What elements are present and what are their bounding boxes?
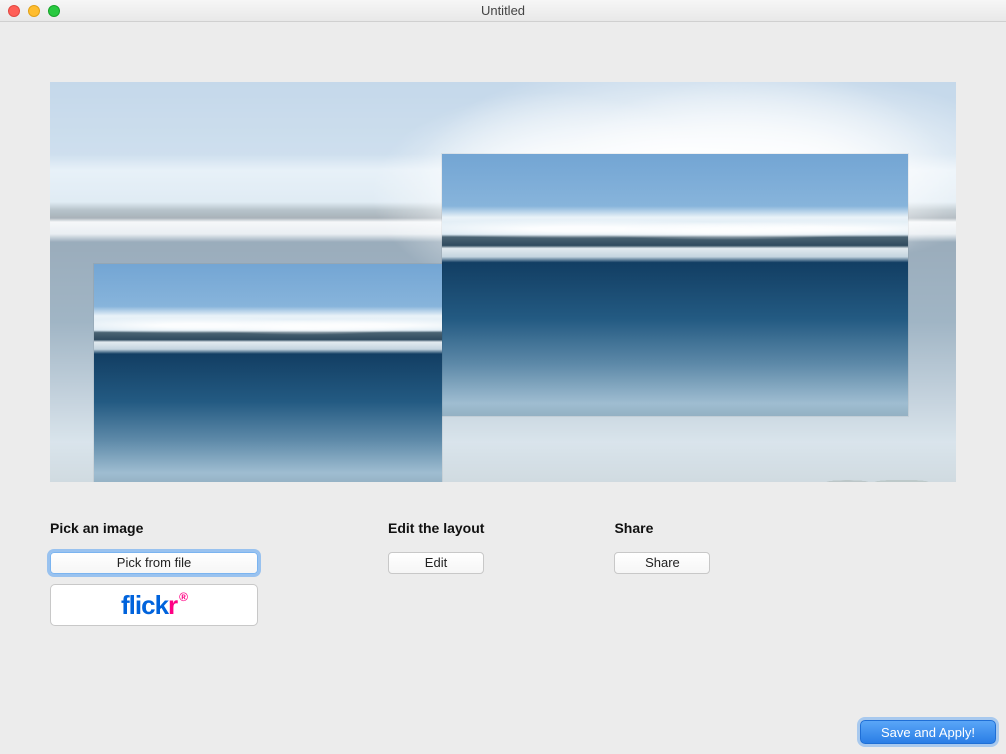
pick-from-file-button[interactable]: Pick from file xyxy=(50,552,258,574)
share-button[interactable]: Share xyxy=(614,552,710,574)
preview-monitor-left[interactable] xyxy=(94,264,442,482)
zoom-icon[interactable] xyxy=(48,5,60,17)
edit-button[interactable]: Edit xyxy=(388,552,484,574)
share-heading: Share xyxy=(614,520,710,536)
preview-monitor-right[interactable] xyxy=(442,154,908,416)
wallpaper-preview[interactable] xyxy=(50,82,956,482)
edit-layout-heading: Edit the layout xyxy=(388,520,484,536)
flickr-logo-icon: flickr® xyxy=(121,590,187,621)
pick-image-section: Pick an image Pick from file flickr® xyxy=(50,520,258,626)
titlebar: Untitled xyxy=(0,0,1006,22)
window-title: Untitled xyxy=(0,3,1006,18)
pick-image-heading: Pick an image xyxy=(50,520,258,536)
minimize-icon[interactable] xyxy=(28,5,40,17)
edit-layout-section: Edit the layout Edit xyxy=(388,520,484,626)
close-icon[interactable] xyxy=(8,5,20,17)
save-and-apply-button[interactable]: Save and Apply! xyxy=(860,720,996,744)
share-section: Share Share xyxy=(614,520,710,626)
controls-row: Pick an image Pick from file flickr® Edi… xyxy=(50,520,956,626)
pick-from-flickr-button[interactable]: flickr® xyxy=(50,584,258,626)
content-area: Pick an image Pick from file flickr® Edi… xyxy=(0,22,1006,626)
window-traffic-lights xyxy=(8,5,60,17)
